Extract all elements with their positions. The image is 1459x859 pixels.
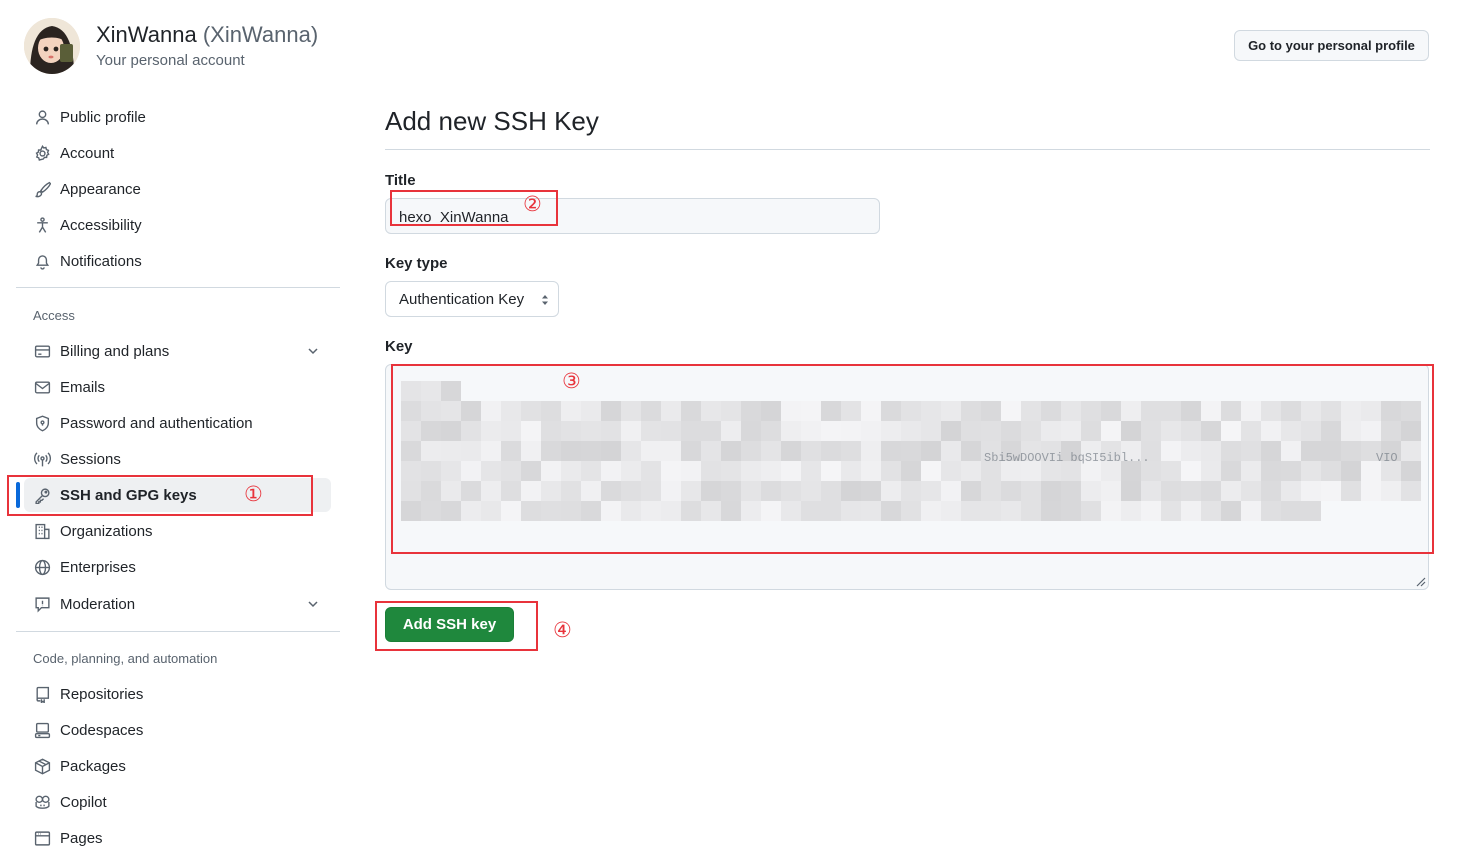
package-icon bbox=[32, 756, 52, 776]
sidebar-item-organizations[interactable]: Organizations bbox=[24, 514, 331, 548]
sidebar-item-label: Accessibility bbox=[60, 216, 142, 234]
sidebar-item-appearance[interactable]: Appearance bbox=[24, 172, 331, 206]
display-name: XinWanna bbox=[96, 22, 197, 47]
chevron-down-icon[interactable] bbox=[305, 596, 321, 612]
person-icon bbox=[32, 107, 52, 127]
sidebar-item-codespaces[interactable]: Codespaces bbox=[24, 713, 331, 747]
shield-lock-icon bbox=[32, 413, 52, 433]
sidebar-heading-access: Access bbox=[33, 308, 75, 323]
sidebar-item-public-profile[interactable]: Public profile bbox=[24, 100, 331, 134]
sidebar-item-sessions[interactable]: Sessions bbox=[24, 442, 331, 476]
sidebar-divider bbox=[16, 287, 340, 288]
sidebar-item-label: Emails bbox=[60, 378, 106, 396]
resize-handle-icon[interactable] bbox=[1414, 575, 1426, 587]
key-type-select[interactable]: Authentication Key bbox=[385, 281, 559, 317]
sidebar-item-account[interactable]: Account bbox=[24, 136, 331, 170]
gear-icon bbox=[32, 143, 52, 163]
report-icon bbox=[32, 594, 52, 614]
sidebar-item-repositories[interactable]: Repositories bbox=[24, 677, 331, 711]
sidebar-item-label: Enterprises bbox=[60, 558, 136, 576]
key-type-value: Authentication Key bbox=[399, 290, 525, 308]
copilot-icon bbox=[32, 792, 52, 812]
highlight-add-button bbox=[375, 601, 538, 651]
sidebar-item-label: Public profile bbox=[60, 108, 146, 126]
sidebar-item-label: Codespaces bbox=[60, 721, 144, 739]
credit-card-icon bbox=[32, 341, 52, 361]
organization-icon bbox=[32, 521, 52, 541]
login-name: (XinWanna) bbox=[202, 22, 319, 47]
codespaces-icon bbox=[32, 720, 52, 740]
sidebar-item-label: Pages bbox=[60, 829, 103, 847]
globe-icon bbox=[32, 557, 52, 577]
title-label: Title bbox=[385, 172, 416, 189]
go-to-profile-button[interactable]: Go to your personal profile bbox=[1234, 30, 1429, 61]
highlight-key-textarea bbox=[391, 364, 1434, 554]
step-marker-2: ② bbox=[523, 193, 542, 216]
page-title: Add new SSH Key bbox=[385, 106, 599, 136]
sidebar-item-password-auth[interactable]: Password and authentication bbox=[24, 406, 331, 440]
sidebar-item-label: Password and authentication bbox=[60, 414, 253, 432]
sidebar-item-moderation[interactable]: Moderation bbox=[24, 587, 331, 621]
sidebar-item-enterprises[interactable]: Enterprises bbox=[24, 550, 331, 584]
sidebar-item-pages[interactable]: Pages bbox=[24, 821, 331, 855]
sidebar-item-copilot[interactable]: Copilot bbox=[24, 785, 331, 819]
sidebar-item-billing[interactable]: Billing and plans bbox=[24, 334, 331, 368]
paintbrush-icon bbox=[32, 179, 52, 199]
sidebar-item-label: Moderation bbox=[60, 595, 136, 613]
sidebar-item-label: Packages bbox=[60, 757, 126, 775]
broadcast-icon bbox=[32, 449, 52, 469]
sidebar-item-label: Appearance bbox=[60, 180, 141, 198]
highlight-ssh-keys bbox=[7, 475, 313, 516]
sidebar-item-label: Billing and plans bbox=[60, 342, 170, 360]
account-subtitle: Your personal account bbox=[96, 52, 245, 69]
repo-icon bbox=[32, 684, 52, 704]
sidebar-item-label: Account bbox=[60, 144, 115, 162]
sidebar-item-label: Organizations bbox=[60, 522, 153, 540]
sidebar-divider bbox=[16, 631, 340, 632]
sidebar-item-label: Sessions bbox=[60, 450, 121, 468]
step-marker-4: ④ bbox=[553, 619, 572, 642]
sidebar-heading-code: Code, planning, and automation bbox=[33, 651, 218, 666]
sidebar-item-notifications[interactable]: Notifications bbox=[24, 244, 331, 278]
sidebar-item-label: Copilot bbox=[60, 793, 107, 811]
title-divider bbox=[385, 149, 1430, 150]
sidebar-item-label: Repositories bbox=[60, 685, 144, 703]
browser-icon bbox=[32, 828, 52, 848]
sidebar-item-emails[interactable]: Emails bbox=[24, 370, 331, 404]
key-label: Key bbox=[385, 338, 413, 355]
step-marker-3: ③ bbox=[562, 370, 581, 393]
avatar[interactable] bbox=[24, 18, 80, 74]
step-marker-1: ① bbox=[244, 483, 263, 506]
key-type-label: Key type bbox=[385, 255, 448, 272]
sidebar-item-accessibility[interactable]: Accessibility bbox=[24, 208, 331, 242]
accessibility-icon bbox=[32, 215, 52, 235]
sidebar-item-packages[interactable]: Packages bbox=[24, 749, 331, 783]
mail-icon bbox=[32, 377, 52, 397]
chevron-down-icon[interactable] bbox=[305, 343, 321, 359]
sidebar-item-label: Notifications bbox=[60, 252, 142, 270]
account-name: XinWanna (XinWanna) bbox=[96, 22, 318, 48]
bell-icon bbox=[32, 251, 52, 271]
select-arrows-icon bbox=[542, 295, 548, 305]
